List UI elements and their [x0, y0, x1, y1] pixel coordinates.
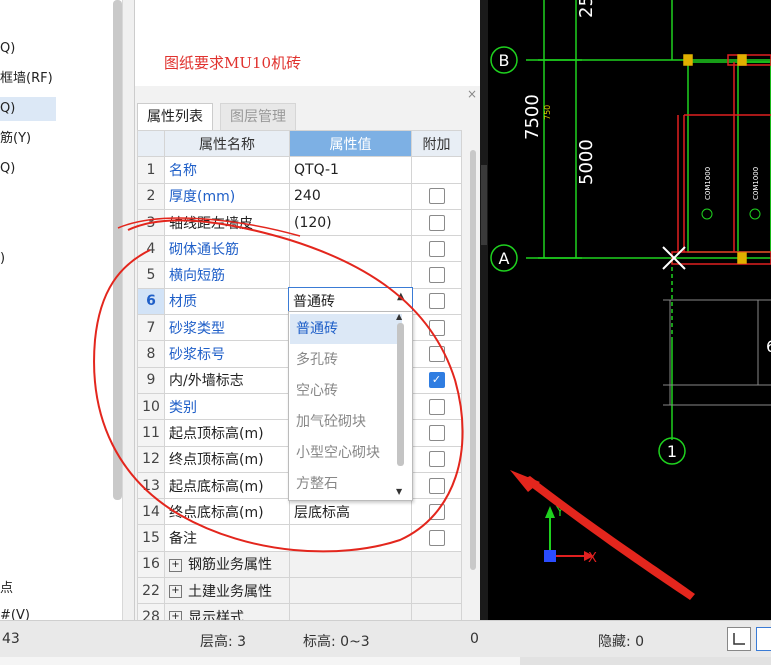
bottom-strip	[0, 657, 771, 665]
status-value: 0	[470, 631, 479, 647]
snap-toggle-icon[interactable]	[756, 627, 771, 651]
status-coord: 43	[2, 631, 20, 647]
highlight-circle	[93, 219, 464, 553]
annotation-arrow	[522, 476, 695, 600]
annotation-overlay	[93, 217, 695, 600]
status-elevation: 标高: 0~3	[303, 634, 370, 650]
ortho-toggle-icon[interactable]	[727, 627, 751, 651]
status-floor-height: 层高: 3	[200, 634, 247, 650]
status-bar: 43 层高: 3 标高: 0~3 0 隐藏: 0	[0, 620, 771, 658]
status-hidden: 隐藏: 0	[598, 634, 645, 650]
highlight-circle-tail	[117, 217, 301, 237]
